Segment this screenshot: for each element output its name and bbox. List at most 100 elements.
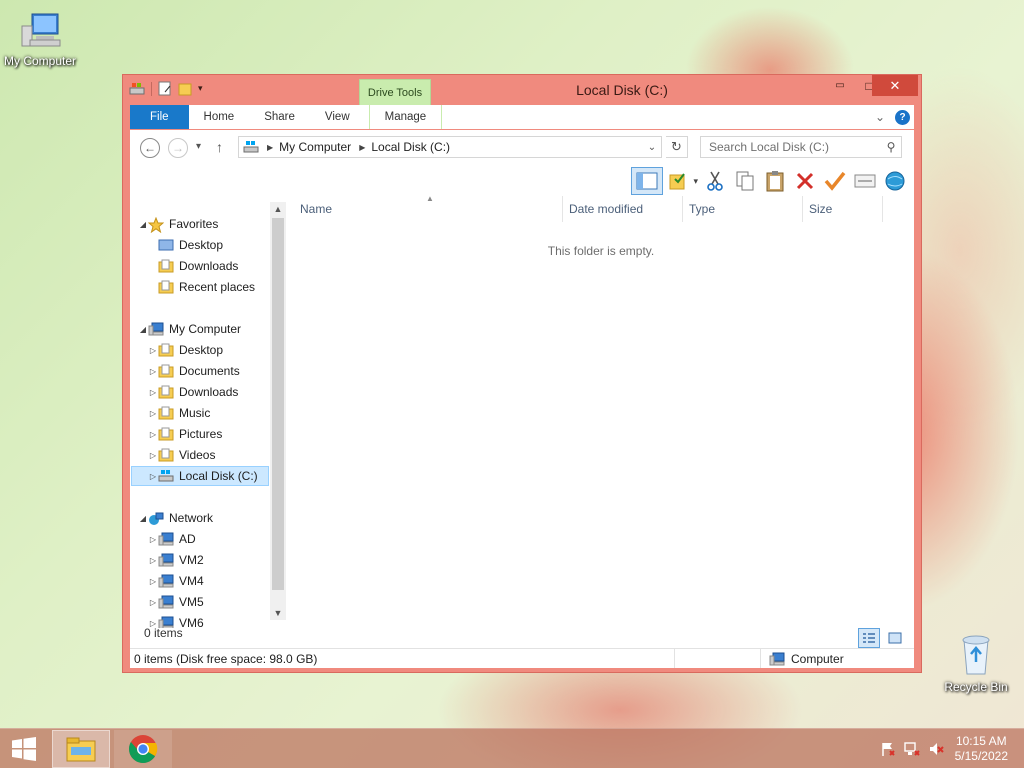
collapsed-arrow-icon[interactable]: ▷ — [148, 535, 158, 544]
nav-item-downloads[interactable]: Downloads — [148, 256, 238, 276]
desktop-icon-recycle-bin[interactable]: Recycle Bin — [936, 630, 1016, 694]
large-icons-view-button[interactable] — [884, 628, 906, 648]
expand-ribbon-icon[interactable]: ⌄ — [875, 110, 885, 124]
nav-item-local-disk-c[interactable]: ▷ Local Disk (C:) — [131, 466, 269, 486]
nav-item-pictures[interactable]: ▷ Pictures — [148, 424, 222, 444]
folder-icon — [158, 385, 174, 399]
nav-item-downloads[interactable]: ▷ Downloads — [148, 382, 238, 402]
clipboard-icon — [766, 171, 784, 192]
help-icon[interactable]: ? — [895, 109, 910, 125]
status-bar: 0 items (Disk free space: 98.0 GB) Compu… — [130, 648, 914, 668]
nav-group-network[interactable]: ◢ Network — [138, 508, 213, 528]
nav-item-label: VM5 — [179, 595, 204, 609]
refresh-button[interactable]: ↻ — [666, 136, 688, 158]
collapsed-arrow-icon[interactable]: ▷ — [148, 388, 158, 397]
search-box[interactable]: ⚲ — [700, 136, 902, 158]
select-button[interactable] — [667, 168, 689, 194]
scrollbar-thumb[interactable] — [272, 218, 284, 590]
back-button[interactable]: ← — [140, 138, 160, 158]
delete-button[interactable] — [792, 168, 818, 194]
search-icon[interactable]: ⚲ — [881, 140, 901, 154]
taskbar-file-explorer[interactable] — [52, 730, 110, 768]
collapsed-arrow-icon[interactable]: ▷ — [148, 472, 158, 481]
collapsed-arrow-icon[interactable]: ▷ — [148, 346, 158, 355]
desktop-icon-my-computer[interactable]: My Computer — [0, 10, 80, 68]
nav-item-vm4[interactable]: ▷ VM4 — [148, 571, 204, 591]
paste-button[interactable] — [762, 168, 788, 194]
collapsed-arrow-icon[interactable]: ▷ — [148, 451, 158, 460]
up-arrow-icon[interactable]: ↑ — [216, 139, 223, 155]
column-header-size[interactable]: Size — [803, 196, 883, 222]
close-button[interactable]: ✕ — [872, 75, 918, 96]
recent-locations-icon[interactable]: ▾ — [196, 141, 201, 152]
tab-view[interactable]: View — [310, 105, 365, 129]
taskbar-chrome[interactable] — [114, 730, 172, 768]
network-globe-button[interactable] — [882, 168, 908, 194]
tab-home[interactable]: Home — [189, 105, 250, 129]
close-icon: ✕ — [889, 77, 901, 93]
nav-item-desktop[interactable]: ▷ Desktop — [148, 340, 223, 360]
nav-item-ad[interactable]: ▷ AD — [148, 529, 196, 549]
select-dropdown-icon[interactable]: ▾ — [693, 176, 698, 187]
preview-pane-button[interactable] — [631, 167, 664, 195]
cut-button[interactable] — [702, 168, 728, 194]
folder-icon — [158, 448, 174, 462]
column-label: Name — [300, 202, 333, 216]
search-input[interactable] — [701, 140, 881, 154]
details-view-button[interactable] — [858, 628, 880, 648]
view-switcher — [858, 628, 906, 648]
nav-item-recent-places[interactable]: Recent places — [148, 277, 255, 297]
action-center-flag-icon[interactable] — [880, 741, 896, 757]
nav-item-vm2[interactable]: ▷ VM2 — [148, 550, 204, 570]
refresh-icon: ↻ — [671, 139, 682, 154]
properties-button[interactable] — [852, 168, 878, 194]
collapsed-arrow-icon[interactable]: ▷ — [148, 430, 158, 439]
breadcrumb-my-computer[interactable]: My Computer — [279, 140, 351, 154]
column-header-type[interactable]: Type — [683, 196, 803, 222]
nav-group-computer[interactable]: ◢ My Computer — [138, 319, 241, 339]
forward-button[interactable]: → — [168, 138, 188, 158]
tab-manage[interactable]: Manage — [368, 105, 443, 129]
collapsed-arrow-icon[interactable]: ▷ — [148, 598, 158, 607]
collapsed-arrow-icon[interactable]: ▷ — [148, 367, 158, 376]
address-dropdown-icon[interactable]: ⌄ — [643, 142, 661, 153]
navigation-scrollbar[interactable]: ▲ ▼ — [270, 202, 286, 620]
nav-item-vm5[interactable]: ▷ VM5 — [148, 592, 204, 612]
network-computer-icon — [158, 574, 174, 588]
title-bar[interactable]: ▾ Drive Tools Local Disk (C:) ▭ □ ✕ — [123, 75, 921, 105]
nav-item-label: Local Disk (C:) — [179, 469, 258, 483]
tab-share[interactable]: Share — [249, 105, 310, 129]
collapsed-arrow-icon[interactable]: ▷ — [148, 409, 158, 418]
collapsed-arrow-icon[interactable]: ▷ — [148, 577, 158, 586]
copy-button[interactable] — [732, 168, 758, 194]
minimize-button[interactable]: ▭ — [826, 75, 854, 96]
expanded-arrow-icon[interactable]: ◢ — [138, 514, 148, 523]
nav-group-favorites[interactable]: ◢ Favorites — [138, 214, 218, 234]
taskbar-clock[interactable]: 10:15 AM 5/15/2022 — [955, 734, 1008, 764]
volume-muted-icon[interactable] — [928, 741, 944, 757]
computer-icon — [148, 322, 164, 336]
column-header-name[interactable]: Name ▲ — [288, 194, 563, 222]
folder-icon — [158, 406, 174, 420]
tab-file[interactable]: File — [130, 105, 189, 129]
nav-group-label: My Computer — [169, 322, 242, 336]
nav-item-documents[interactable]: ▷ Documents — [148, 361, 240, 381]
column-header-date-modified[interactable]: Date modified — [563, 196, 683, 222]
nav-item-desktop[interactable]: Desktop — [148, 235, 223, 255]
expanded-arrow-icon[interactable]: ◢ — [138, 325, 148, 334]
rename-check-button[interactable] — [822, 168, 848, 194]
scroll-down-icon[interactable]: ▼ — [270, 608, 286, 618]
breadcrumb-local-disk[interactable]: Local Disk (C:) — [371, 140, 450, 154]
status-zone: Computer — [761, 652, 844, 666]
nav-item-music[interactable]: ▷ Music — [148, 403, 210, 423]
expanded-arrow-icon[interactable]: ◢ — [138, 220, 148, 229]
start-button[interactable] — [0, 729, 48, 768]
nav-item-videos[interactable]: ▷ Videos — [148, 445, 216, 465]
collapsed-arrow-icon[interactable]: ▷ — [148, 556, 158, 565]
column-label: Size — [809, 202, 833, 216]
explorer-window: ▾ Drive Tools Local Disk (C:) ▭ □ ✕ File… — [122, 74, 922, 673]
file-list[interactable]: Name ▲ Date modified Type Size This fold… — [288, 194, 914, 640]
scroll-up-icon[interactable]: ▲ — [270, 204, 286, 214]
network-status-icon[interactable] — [904, 741, 920, 757]
address-bar[interactable]: ▶ My Computer ▶ Local Disk (C:) ⌄ — [238, 136, 662, 158]
